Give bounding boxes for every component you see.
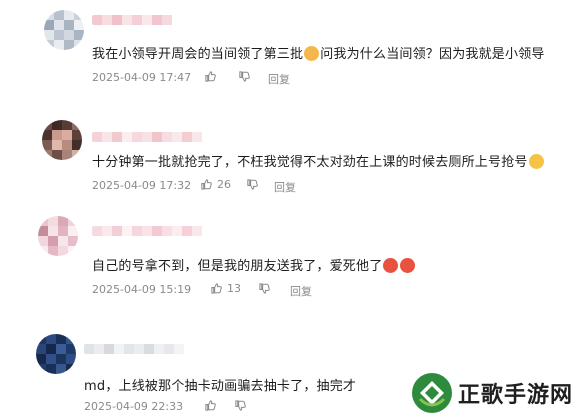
reply-button[interactable]: 回复 (290, 283, 312, 299)
thumbs-up-icon (201, 179, 212, 190)
like-button[interactable] (204, 399, 217, 412)
comment-date: 2025-04-09 22:33 (84, 400, 184, 413)
username-blurred[interactable] (92, 132, 208, 142)
sweat-face-emoji (528, 154, 544, 169)
like-button[interactable]: 13 (210, 282, 241, 295)
dislike-button[interactable] (238, 70, 251, 83)
thumbs-up-icon (205, 71, 216, 82)
comment-date: 2025-04-09 17:32 (92, 179, 192, 192)
thumbs-down-icon (247, 179, 258, 190)
dislike-button[interactable] (258, 282, 271, 295)
cat-face-emoji (304, 46, 320, 61)
thumbs-down-icon (259, 283, 270, 294)
heart-eyes-emoji (383, 258, 399, 273)
comment-text: 我在小领导开周会的当间领了第三批 问我为什么当间领？因为我就是小领导 (92, 46, 545, 62)
like-button[interactable]: 26 (200, 178, 231, 191)
thumbs-up-icon (205, 400, 216, 411)
username-blurred[interactable] (92, 15, 178, 25)
watermark-logo-icon (412, 372, 452, 413)
username-blurred[interactable] (84, 344, 190, 354)
avatar[interactable] (36, 334, 76, 374)
comment-text: md，上线被那个抽卡动画骗去抽卡了，抽完才 (84, 379, 357, 394)
thumbs-down-icon (235, 400, 246, 411)
like-count: 26 (217, 178, 231, 191)
avatar[interactable] (38, 216, 78, 256)
comment-item: 十分钟第一批就抢完了，不枉我觉得不太对劲在上课的时候去厕所上号抢号 2025-0… (0, 110, 584, 210)
comment-item: 我在小领导开周会的当间领了第三批 问我为什么当间领？因为我就是小领导 2025-0… (0, 0, 584, 95)
like-button[interactable] (204, 70, 221, 83)
thumbs-down-icon (239, 71, 250, 82)
comment-item: 自己的号拿不到，但是我的朋友送我了，爱死他了 2025-04-09 15:19 … (0, 212, 584, 312)
comment-text: 自己的号拿不到，但是我的朋友送我了，爱死他了 (92, 255, 416, 274)
comment-date: 2025-04-09 17:47 (92, 71, 192, 84)
comment-text: 十分钟第一批就抢完了，不枉我觉得不太对劲在上课的时候去厕所上号抢号 (92, 151, 545, 170)
reply-button[interactable]: 回复 (274, 179, 296, 195)
avatar[interactable] (42, 120, 82, 160)
like-count: 13 (227, 282, 241, 295)
heart-eyes-emoji (400, 258, 416, 273)
site-watermark: 正歌手游网 (406, 366, 584, 419)
dislike-button[interactable] (234, 399, 247, 412)
dislike-button[interactable] (246, 178, 259, 191)
username-blurred[interactable] (92, 226, 208, 236)
watermark-text: 正歌手游网 (458, 382, 574, 408)
thumbs-up-icon (211, 283, 222, 294)
avatar[interactable] (44, 10, 84, 50)
reply-button[interactable]: 回复 (268, 71, 290, 87)
comment-date: 2025-04-09 15:19 (92, 283, 192, 296)
